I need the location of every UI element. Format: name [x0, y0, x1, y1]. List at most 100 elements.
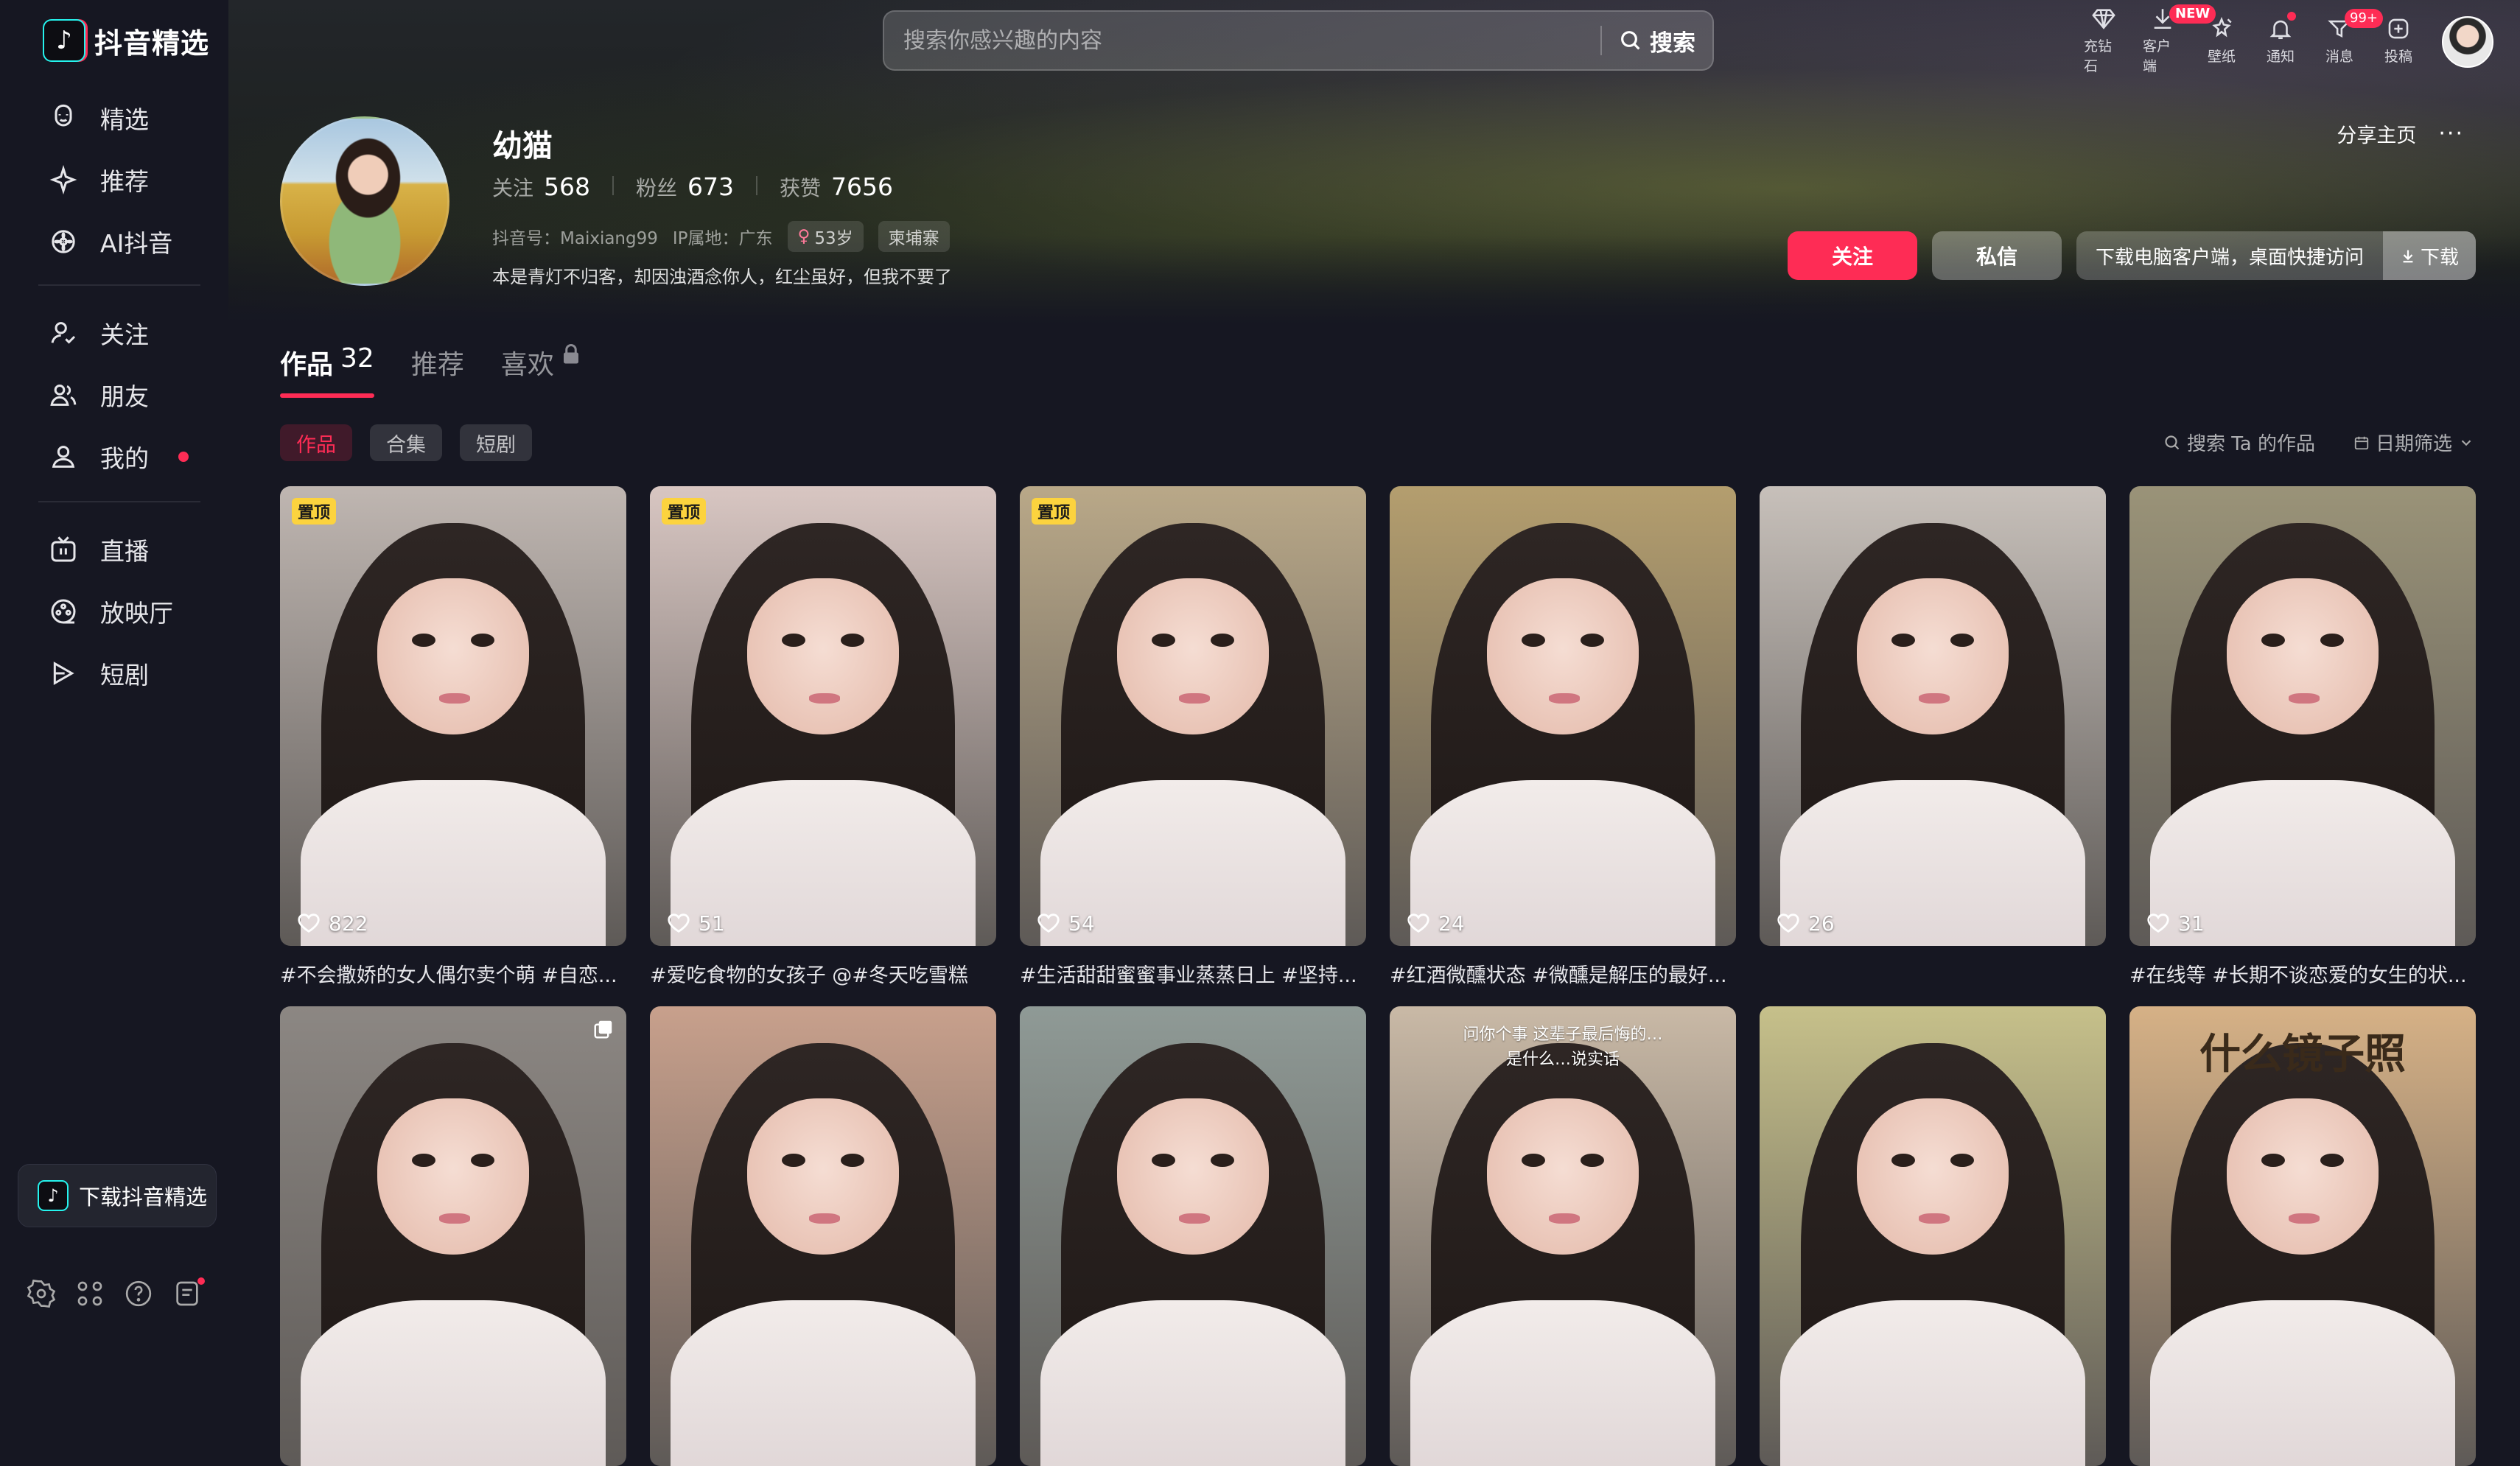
thumbnail-face [1116, 578, 1270, 734]
search-input[interactable] [884, 11, 1600, 70]
more-options-icon[interactable]: ··· [2438, 121, 2464, 147]
follow-button[interactable]: 关注 [1787, 231, 1917, 280]
video-card[interactable] [650, 1006, 996, 1466]
video-card[interactable]: 问你个事 这辈子最后悔的… 是什么…说实话 [1390, 1006, 1736, 1466]
video-thumbnail[interactable] [280, 1006, 626, 1466]
top-action-wallpaper[interactable]: 壁纸 [2202, 10, 2241, 71]
video-card[interactable]: 24 #红酒微醺状态 #微醺是解压的最好... [1390, 486, 1736, 986]
person-icon [49, 442, 78, 471]
user-avatar[interactable] [2442, 16, 2493, 68]
video-thumbnail[interactable]: 置顶 51 [650, 486, 996, 946]
top-action-label: 消息 [2325, 48, 2353, 65]
video-thumbnail[interactable]: 26 [1760, 486, 2106, 946]
video-card[interactable]: 什么镜子照 [2129, 1006, 2476, 1466]
message-button[interactable]: 私信 [1931, 231, 2062, 280]
sidebar-item[interactable]: 我的 [0, 426, 228, 488]
profile-tabs: 作品 32 推荐 喜欢 [280, 343, 581, 398]
top-action-bell[interactable]: 通知 [2261, 10, 2300, 71]
pinned-badge: 置顶 [662, 498, 707, 525]
sidebar-item-label: 短剧 [100, 661, 149, 690]
top-action-message[interactable]: 消息 99+ [2320, 9, 2383, 71]
top-action-download[interactable]: 客户端 NEW [2143, 4, 2216, 74]
notification-dot [178, 452, 189, 462]
thumbnail-face [1486, 1098, 1639, 1255]
search-works-button[interactable]: 搜索 Ta 的作品 [2163, 429, 2315, 456]
video-thumbnail[interactable] [1760, 1006, 2106, 1466]
sidebar-item[interactable]: AI抖音 [0, 211, 228, 273]
sidebar-item-label: 朋友 [100, 382, 149, 411]
filter-chip[interactable]: 合集 [370, 424, 442, 461]
thumbnail-face [2226, 578, 2379, 734]
download-app-button[interactable]: ♪ 下载抖音精选 [18, 1164, 217, 1227]
video-caption[interactable]: #爱吃食物的女孩子 @#冬天吃雪糕 [650, 959, 996, 986]
nav-divider [38, 284, 200, 286]
video-caption[interactable]: #在线等 #长期不谈恋爱的女生的状... [2129, 959, 2476, 986]
settings-icon[interactable] [27, 1279, 56, 1308]
sidebar-item[interactable]: 放映厅 [0, 581, 228, 642]
heart-icon [1037, 913, 1060, 933]
thumbnail-face [377, 1098, 530, 1255]
sidebar-item[interactable]: 关注 [0, 302, 228, 364]
video-thumbnail[interactable]: 31 [2129, 486, 2476, 946]
profile-bio: 本是青灯不归客，却因浊酒念你人，红尘虽好，但我不要了 [492, 267, 952, 287]
video-card[interactable]: 31 #在线等 #长期不谈恋爱的女生的状... [2129, 486, 2476, 986]
thumbnail-lip [1549, 1213, 1581, 1224]
video-caption-empty [1760, 959, 2106, 986]
app-logo[interactable]: ♪ 抖音精选 [43, 19, 209, 62]
download-client-button[interactable]: 下载 [2383, 231, 2476, 280]
video-card[interactable] [280, 1006, 626, 1466]
sidebar-item[interactable]: 推荐 [0, 149, 228, 211]
video-card[interactable]: 置顶 822 #不会撒娇的女人偶尔卖个萌 #自恋... [280, 486, 626, 986]
top-action-diamond[interactable]: 充钻石 [2084, 9, 2124, 74]
video-card[interactable] [1020, 1006, 1366, 1466]
sidebar-item-label: 精选 [100, 105, 149, 134]
video-thumbnail[interactable]: 24 [1390, 486, 1736, 946]
video-caption[interactable]: #生活甜甜蜜蜜事业蒸蒸日上 #坚持... [1020, 959, 1366, 986]
sidebar-bottom-icons [27, 1277, 205, 1308]
feedback-icon[interactable] [172, 1277, 205, 1308]
video-caption[interactable]: #不会撒娇的女人偶尔卖个萌 #自恋... [280, 959, 626, 986]
video-card[interactable]: 置顶 51 #爱吃食物的女孩子 @#冬天吃雪糕 [650, 486, 996, 986]
like-count: 31 [2146, 911, 2205, 936]
content-tools: 搜索 Ta 的作品 日期筛选 [2163, 429, 2474, 456]
video-thumbnail[interactable]: 什么镜子照 [2129, 1006, 2476, 1466]
chevron-down-icon [2461, 439, 2471, 446]
stat-following[interactable]: 关注 568 [492, 172, 590, 202]
top-action-upload[interactable]: 投稿 [2379, 10, 2418, 71]
video-card[interactable]: 置顶 54 #生活甜甜蜜蜜事业蒸蒸日上 #坚持... [1020, 486, 1366, 986]
nav-group: 精选推荐 AI抖音 [0, 87, 228, 273]
search-button[interactable]: 搜索 [1602, 12, 1712, 69]
tab-2[interactable]: 喜欢 [501, 343, 581, 398]
thumbnail-lip [1549, 692, 1581, 704]
search-icon [2165, 435, 2180, 449]
video-thumbnail[interactable]: 置顶 822 [280, 486, 626, 946]
help-icon[interactable] [124, 1279, 153, 1308]
sidebar-item[interactable]: 直播 [0, 519, 228, 581]
date-filter-dropdown[interactable]: 日期筛选 [2353, 429, 2474, 456]
video-thumbnail[interactable]: 置顶 54 [1020, 486, 1366, 946]
sidebar-item[interactable]: 朋友 [0, 364, 228, 426]
douyin-logo-icon: ♪ [43, 19, 85, 62]
douyin-logo-icon: ♪ [38, 1180, 69, 1211]
thumbnail-lip [1179, 1213, 1211, 1224]
video-caption[interactable]: #红酒微醺状态 #微醺是解压的最好... [1390, 959, 1736, 986]
tab-1[interactable]: 推荐 [411, 343, 464, 398]
profile-avatar[interactable] [280, 116, 449, 286]
filter-chip[interactable]: 短剧 [460, 424, 532, 461]
tab-0[interactable]: 作品 32 [280, 343, 374, 398]
thumbnail-lip [1179, 692, 1211, 704]
video-thumbnail[interactable]: 问你个事 这辈子最后悔的… 是什么…说实话 [1390, 1006, 1736, 1466]
share-profile-button[interactable]: 分享主页 [2337, 119, 2416, 148]
video-card[interactable] [1760, 1006, 2106, 1466]
nav-group: 关注朋友我的 [0, 302, 228, 488]
video-card[interactable]: 26 [1760, 486, 2106, 986]
apps-icon[interactable] [75, 1279, 105, 1308]
sidebar-item[interactable]: 精选 [0, 87, 228, 149]
sidebar-item[interactable]: 短剧 [0, 642, 228, 704]
filter-chip[interactable]: 作品 [280, 424, 352, 461]
video-thumbnail[interactable] [650, 1006, 996, 1466]
video-thumbnail[interactable] [1020, 1006, 1366, 1466]
sidebar-item-label: 推荐 [100, 167, 149, 196]
stat-followers[interactable]: 粉丝 673 [636, 172, 734, 202]
thumbnail-face [2226, 1098, 2379, 1255]
